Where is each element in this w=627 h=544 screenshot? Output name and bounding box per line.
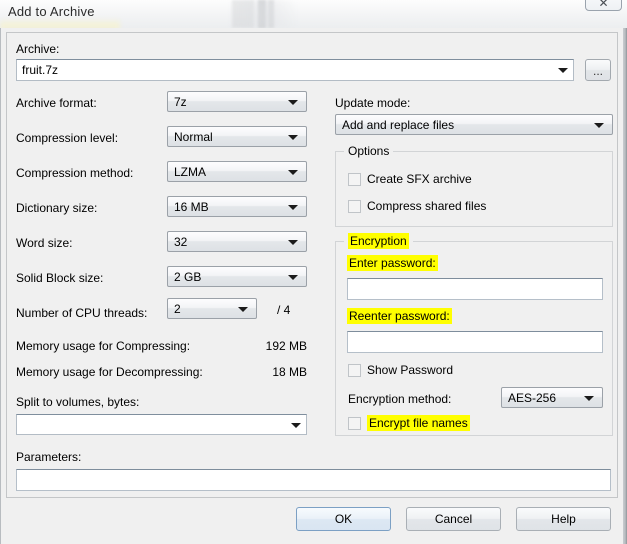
cpu-threads-dropdown[interactable]: 2 bbox=[167, 298, 257, 319]
compression-method-label: Compression method: bbox=[16, 166, 134, 180]
chevron-down-icon bbox=[288, 239, 298, 245]
checkbox-icon[interactable] bbox=[348, 363, 361, 377]
enter-password-input[interactable] bbox=[347, 278, 603, 300]
checkbox-icon[interactable] bbox=[348, 416, 361, 430]
help-button[interactable]: Help bbox=[516, 507, 611, 531]
encryption-group: Encryption Enter password: Reenter passw… bbox=[335, 233, 613, 436]
encrypt-file-names-label: Encrypt file names bbox=[367, 415, 470, 431]
enter-password-label-text: Enter password: bbox=[347, 255, 438, 271]
parameters-label: Parameters: bbox=[16, 450, 82, 464]
solid-block-size-label: Solid Block size: bbox=[16, 271, 104, 285]
options-group: Options Create SFX archive Compress shar… bbox=[335, 144, 613, 227]
add-to-archive-dialog: Add to Archive ✕ Archive: fruit.7z ... A… bbox=[0, 0, 627, 544]
memory-decompressing-label: Memory usage for Decompressing: bbox=[16, 365, 203, 379]
dialog-panel: Archive: fruit.7z ... Archive format: 7z… bbox=[6, 32, 618, 498]
reenter-password-label-text: Reenter password: bbox=[347, 308, 452, 324]
dialog-body: Archive: fruit.7z ... Archive format: 7z… bbox=[0, 28, 627, 544]
encryption-method-dropdown[interactable]: AES-256 bbox=[501, 387, 603, 408]
options-group-title: Options bbox=[344, 144, 394, 158]
enter-password-label: Enter password: bbox=[347, 255, 438, 271]
encryption-group-title-text: Encryption bbox=[348, 233, 409, 249]
solid-block-size-value: 2 GB bbox=[174, 269, 202, 284]
chevron-down-icon bbox=[288, 169, 298, 175]
word-size-label: Word size: bbox=[16, 236, 73, 250]
split-volumes-label: Split to volumes, bytes: bbox=[16, 395, 140, 409]
close-button[interactable]: ✕ bbox=[585, 0, 622, 11]
encryption-method-value: AES-256 bbox=[508, 390, 557, 405]
dialog-left-edge bbox=[0, 28, 1, 544]
archive-path-combo[interactable]: fruit.7z bbox=[16, 59, 574, 81]
dictionary-size-label: Dictionary size: bbox=[16, 201, 98, 215]
archive-format-dropdown[interactable]: 7z bbox=[167, 91, 307, 112]
title-bar: Add to Archive ✕ bbox=[0, 0, 627, 32]
reenter-password-label: Reenter password: bbox=[347, 308, 452, 324]
memory-compressing-value: 192 MB bbox=[265, 339, 307, 353]
encryption-method-label: Encryption method: bbox=[348, 392, 452, 406]
archive-label: Archive: bbox=[16, 42, 60, 56]
archive-path-value: fruit.7z bbox=[22, 63, 59, 77]
encryption-group-title: Encryption bbox=[344, 233, 413, 249]
chevron-down-icon[interactable] bbox=[558, 68, 568, 73]
memory-decompressing-value: 18 MB bbox=[272, 365, 307, 379]
compression-level-label: Compression level: bbox=[16, 131, 119, 145]
titlebar-blur bbox=[228, 0, 298, 28]
dictionary-size-value: 16 MB bbox=[174, 199, 209, 214]
create-sfx-archive-checkbox[interactable]: Create SFX archive bbox=[348, 172, 472, 186]
compress-shared-files-checkbox[interactable]: Compress shared files bbox=[348, 199, 486, 213]
chevron-down-icon bbox=[288, 274, 298, 280]
compress-shared-files-label: Compress shared files bbox=[367, 199, 487, 213]
split-volumes-combo[interactable] bbox=[16, 414, 307, 435]
show-password-label: Show Password bbox=[367, 363, 454, 377]
cancel-button[interactable]: Cancel bbox=[406, 507, 501, 531]
window-title: Add to Archive bbox=[8, 4, 95, 19]
chevron-down-icon[interactable] bbox=[291, 422, 301, 428]
create-sfx-archive-label: Create SFX archive bbox=[367, 172, 472, 186]
chevron-down-icon bbox=[288, 204, 298, 210]
chevron-down-icon bbox=[288, 134, 298, 140]
chevron-down-icon bbox=[594, 122, 604, 128]
archive-format-label: Archive format: bbox=[16, 96, 97, 110]
ok-button[interactable]: OK bbox=[296, 507, 391, 531]
cpu-threads-value: 2 bbox=[174, 301, 181, 316]
dialog-right-edge bbox=[623, 28, 627, 544]
reenter-password-input[interactable] bbox=[347, 331, 603, 353]
chevron-down-icon bbox=[238, 306, 248, 312]
compression-level-dropdown[interactable]: Normal bbox=[167, 126, 307, 147]
update-mode-value: Add and replace files bbox=[342, 117, 455, 132]
checkbox-icon[interactable] bbox=[348, 199, 361, 213]
update-mode-dropdown[interactable]: Add and replace files bbox=[335, 114, 613, 135]
show-password-checkbox[interactable]: Show Password bbox=[348, 363, 453, 377]
compression-method-dropdown[interactable]: LZMA bbox=[167, 161, 307, 182]
encrypt-file-names-label-text: Encrypt file names bbox=[367, 415, 470, 431]
cpu-threads-label: Number of CPU threads: bbox=[16, 306, 148, 320]
encrypt-file-names-checkbox[interactable]: Encrypt file names bbox=[348, 415, 470, 431]
cpu-threads-total: / 4 bbox=[277, 303, 291, 317]
checkbox-icon[interactable] bbox=[348, 172, 361, 186]
close-icon: ✕ bbox=[598, 0, 609, 10]
chevron-down-icon bbox=[584, 395, 594, 401]
solid-block-size-dropdown[interactable]: 2 GB bbox=[167, 266, 307, 287]
chevron-down-icon bbox=[288, 99, 298, 105]
word-size-value: 32 bbox=[174, 234, 188, 249]
word-size-dropdown[interactable]: 32 bbox=[167, 231, 307, 252]
update-mode-label: Update mode: bbox=[335, 96, 411, 110]
compression-level-value: Normal bbox=[174, 129, 213, 144]
dictionary-size-dropdown[interactable]: 16 MB bbox=[167, 196, 307, 217]
parameters-input[interactable] bbox=[16, 469, 611, 491]
browse-button[interactable]: ... bbox=[585, 59, 611, 81]
compression-method-value: LZMA bbox=[174, 164, 207, 179]
archive-format-value: 7z bbox=[174, 94, 187, 109]
memory-compressing-label: Memory usage for Compressing: bbox=[16, 339, 191, 353]
